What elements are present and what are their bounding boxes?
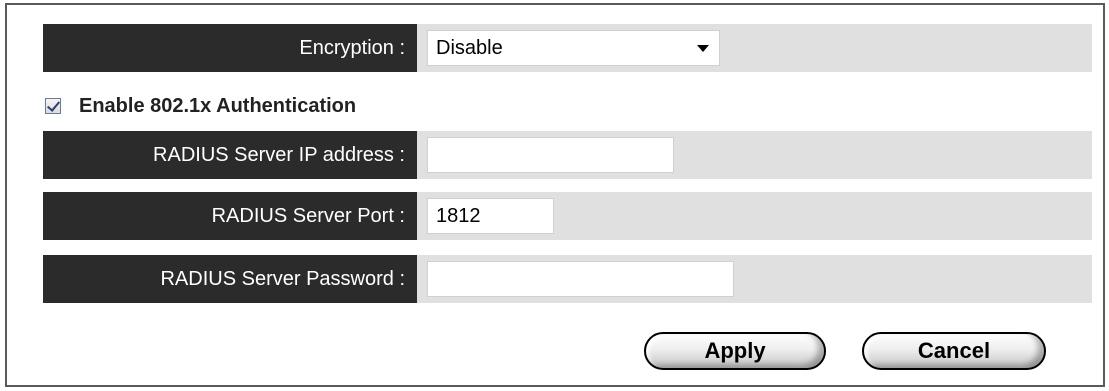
radius-ip-label: RADIUS Server IP address : xyxy=(43,131,417,179)
radius-port-value-cell xyxy=(417,192,1092,240)
radius-port-input[interactable] xyxy=(427,198,554,234)
radius-password-value-cell xyxy=(417,255,1092,303)
radius-ip-value-cell xyxy=(417,131,1092,179)
auth-checkbox-row: Enable 802.1x Authentication xyxy=(45,91,356,121)
chevron-down-icon[interactable] xyxy=(697,45,709,52)
encryption-value-cell: Disable xyxy=(417,24,1092,72)
radius-password-label: RADIUS Server Password : xyxy=(43,255,417,303)
radius-port-label: RADIUS Server Port : xyxy=(43,192,417,240)
radius-password-input[interactable] xyxy=(427,261,734,297)
encryption-row: Encryption : Disable xyxy=(43,24,1092,72)
encryption-label: Encryption : xyxy=(43,24,417,72)
wireless-security-panel: Encryption : Disable Enable 802.1x Authe… xyxy=(5,3,1105,387)
radius-port-row: RADIUS Server Port : xyxy=(43,192,1092,240)
enable-8021x-checkbox[interactable] xyxy=(45,98,61,114)
radius-ip-input[interactable] xyxy=(427,137,674,173)
encryption-selected-value: Disable xyxy=(436,37,503,59)
radius-password-row: RADIUS Server Password : xyxy=(43,255,1092,303)
cancel-button[interactable]: Cancel xyxy=(862,332,1046,370)
radius-ip-row: RADIUS Server IP address : xyxy=(43,131,1092,179)
apply-button[interactable]: Apply xyxy=(644,332,826,370)
checkmark-icon xyxy=(46,98,61,112)
encryption-select[interactable]: Disable xyxy=(427,30,720,66)
enable-8021x-label: Enable 802.1x Authentication xyxy=(79,94,357,117)
